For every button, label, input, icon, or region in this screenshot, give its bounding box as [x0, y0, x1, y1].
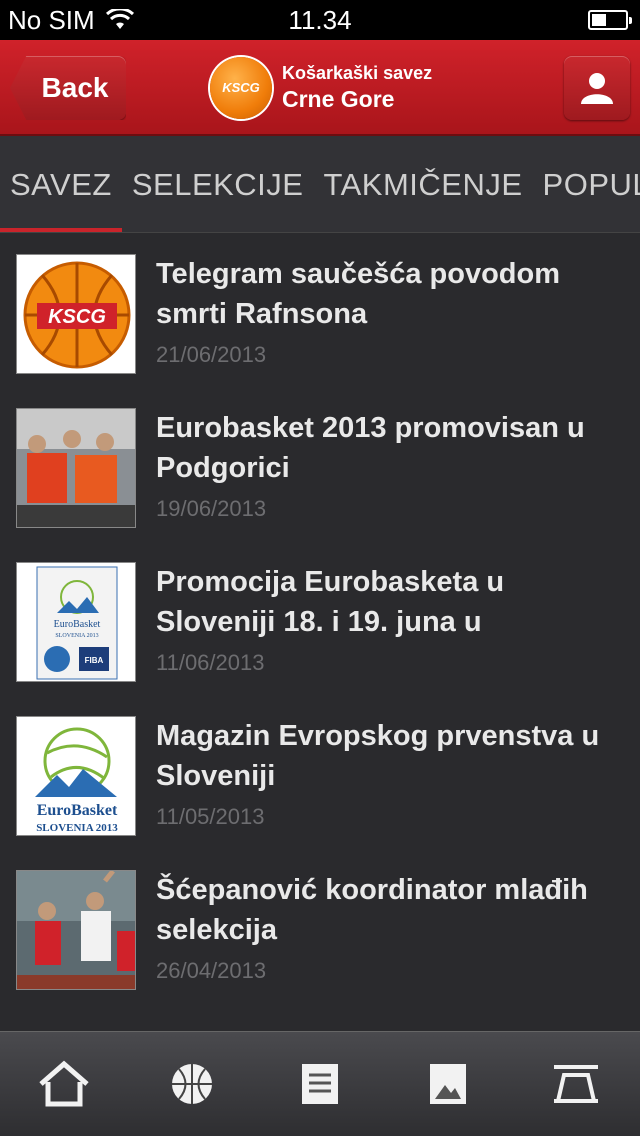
user-icon — [581, 73, 613, 104]
kscg-logo-ball: KSCG — [210, 57, 272, 119]
home-button[interactable] — [34, 1054, 94, 1114]
news-title: Telegram saučešća povodom smrti Rafnsona — [156, 258, 561, 330]
ticket-button[interactable] — [546, 1054, 606, 1114]
wifi-icon — [105, 9, 134, 29]
eurobasket-logo-icon: EuroBasket SLOVENIA 2013 — [17, 717, 135, 835]
news-thumbnail — [16, 870, 136, 990]
brand-line1: Košarkaški savez — [282, 63, 433, 83]
gallery-button[interactable] — [418, 1054, 478, 1114]
back-button[interactable]: Back — [10, 56, 126, 120]
status-bar: No SIM 11.34 — [0, 0, 640, 40]
list-item[interactable]: Šćepanović koordinator mlađih selekcija … — [0, 848, 640, 1002]
category-tabs: SAVEZ SELEKCIJE TAKMIČENJE POPULARNO — [0, 136, 640, 233]
tab-selekcije[interactable]: SELEKCIJE — [122, 136, 314, 232]
news-date: 21/06/2013 — [156, 342, 267, 367]
brand-text: Košarkaški savez Crne Gore — [282, 63, 432, 113]
news-date: 26/04/2013 — [156, 958, 267, 983]
eurobasket-thumb-title: EuroBasket — [54, 619, 101, 630]
news-date: 19/06/2013 — [156, 496, 267, 521]
app-header: Back KSCG Košarkaški savez Crne Gore — [0, 40, 640, 136]
news-title: Promocija Eurobasketa u Sloveniji 18. i … — [156, 566, 505, 638]
press-photo-icon — [17, 409, 135, 527]
news-list: KSCG Telegram saučešća povodom smrti Raf… — [0, 232, 640, 1002]
news-button[interactable] — [290, 1054, 350, 1114]
news-date: 11/05/2013 — [156, 804, 265, 829]
news-thumbnail: KSCG — [16, 254, 136, 374]
basketball-game-photo-icon — [17, 871, 135, 989]
home-icon — [39, 1060, 89, 1107]
brand-logo: KSCG Košarkaški savez Crne Gore — [210, 56, 432, 120]
news-thumbnail — [16, 408, 136, 528]
fiba-thumb-text: FIBA — [85, 656, 104, 665]
battery-icon — [588, 10, 632, 30]
tab-takmicenje[interactable]: TAKMIČENJE — [313, 136, 532, 232]
tab-savez[interactable]: SAVEZ — [0, 136, 122, 232]
kscg-logo-icon: KSCG — [23, 261, 131, 369]
brand-line2: Crne Gore — [282, 86, 395, 112]
profile-button[interactable] — [564, 56, 630, 120]
news-title: Eurobasket 2013 promovisan u Podgorici — [156, 412, 585, 484]
kscg-thumb-text: KSCG — [48, 306, 106, 328]
list-item[interactable]: EuroBasket SLOVENIA 2013 FIBA Promocija … — [0, 540, 640, 694]
news-thumbnail: EuroBasket SLOVENIA 2013 — [16, 716, 136, 836]
carrier-label: No SIM — [8, 4, 95, 35]
news-thumbnail: EuroBasket SLOVENIA 2013 FIBA — [16, 562, 136, 682]
eurobasket-thumb-subtitle: SLOVENIA 2013 — [55, 633, 98, 639]
eurobasket-logo-subtitle: SLOVENIA 2013 — [36, 822, 118, 834]
list-item[interactable]: Eurobasket 2013 promovisan u Podgorici 1… — [0, 386, 640, 540]
document-icon — [302, 1064, 338, 1104]
list-item[interactable]: KSCG Telegram saučešća povodom smrti Raf… — [0, 232, 640, 386]
news-date: 11/06/2013 — [156, 650, 265, 675]
basketball-icon — [172, 1064, 212, 1104]
news-title: Šćepanović koordinator mlađih selekcija — [156, 874, 588, 946]
kscg-logo-text: KSCG — [222, 80, 260, 95]
list-item[interactable]: EuroBasket SLOVENIA 2013 Magazin Evropsk… — [0, 694, 640, 848]
news-title: Magazin Evropskog prvenstva u Sloveniji — [156, 720, 600, 792]
bottom-toolbar — [0, 1031, 640, 1136]
ticket-icon — [554, 1065, 598, 1103]
tab-popularno[interactable]: POPULARNO — [533, 136, 640, 232]
gallery-icon — [430, 1064, 466, 1104]
eurobasket-logo-title: EuroBasket — [37, 802, 118, 819]
basketball-button[interactable] — [162, 1054, 222, 1114]
eurobasket-poster-icon: EuroBasket SLOVENIA 2013 FIBA — [17, 563, 135, 681]
status-left: No SIM — [8, 5, 135, 36]
